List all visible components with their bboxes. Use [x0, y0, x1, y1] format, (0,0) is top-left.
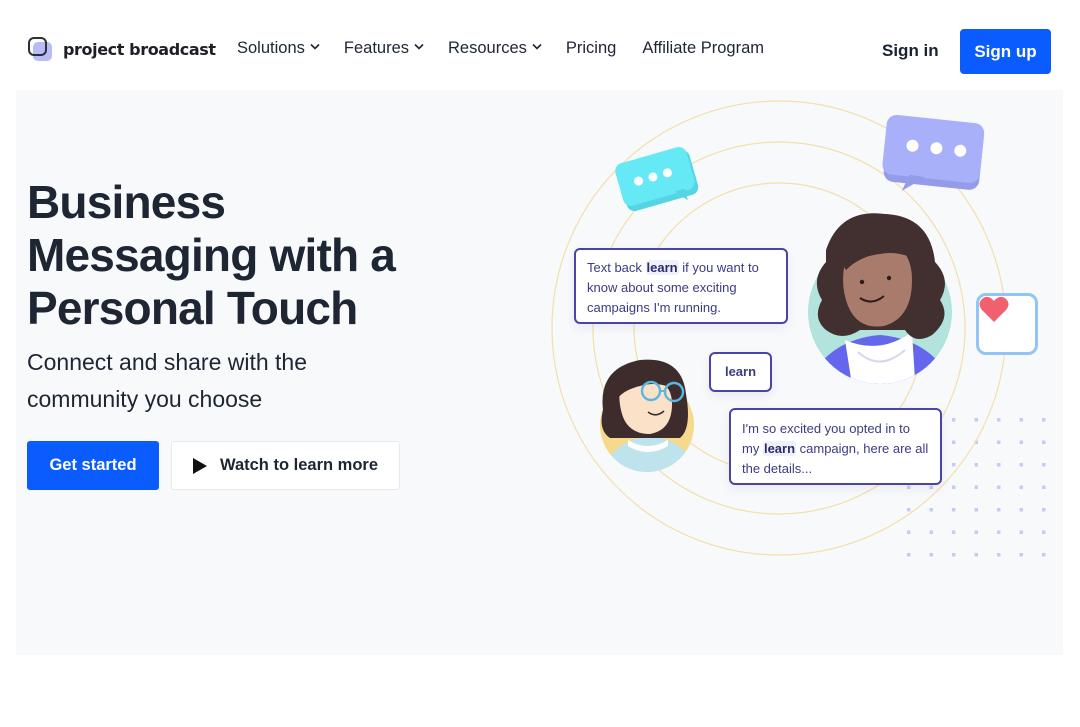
chat-message-opted-in: I'm so excited you opted in to my learn … — [729, 408, 942, 485]
chat-message-keyword-reply: learn — [709, 352, 772, 392]
hero-headline: Business Messaging with a Personal Touch — [23, 176, 400, 335]
sign-up-button[interactable]: Sign up — [960, 29, 1051, 74]
chevron-down-icon — [414, 43, 424, 51]
brand-name: project broadcast — [63, 39, 216, 59]
keyword-highlight: learn — [645, 260, 679, 275]
nav-link-solutions[interactable]: Solutions — [237, 39, 320, 58]
watch-video-label: Watch to learn more — [220, 456, 378, 474]
message-text: Text back — [587, 260, 646, 275]
subhead-line: community you choose — [27, 386, 263, 412]
chat-message-text-back: Text back learn if you want to know abou… — [574, 248, 788, 324]
sign-in-link[interactable]: Sign in — [882, 41, 939, 61]
nav-link-label: Pricing — [565, 39, 617, 57]
chevron-down-icon — [310, 43, 320, 51]
watch-video-button[interactable]: Watch to learn more — [171, 441, 400, 490]
get-started-button[interactable]: Get started — [27, 441, 159, 490]
nav-link-label: Features — [343, 39, 410, 57]
headline-line: Personal Touch — [27, 282, 358, 334]
nav-link-affiliate-program[interactable]: Affiliate Program — [642, 39, 764, 58]
subhead-line: Connect and share with the — [27, 349, 308, 375]
brand-logo[interactable]: project broadcast — [27, 36, 216, 62]
headline-line: Business — [27, 176, 226, 228]
hero-section: Business Messaging with a Personal Touch… — [16, 90, 1063, 655]
chevron-down-icon — [532, 43, 542, 51]
keyword-highlight: learn — [762, 441, 797, 456]
nav-link-label: Solutions — [237, 39, 305, 57]
nav-link-label: Resources — [448, 39, 527, 57]
headline-line: Messaging with a — [27, 229, 396, 281]
hero-subheading: Connect and share with the community you… — [27, 344, 307, 418]
play-icon — [193, 457, 207, 474]
nav-link-pricing[interactable]: Pricing — [566, 39, 616, 58]
nav-link-resources[interactable]: Resources — [448, 39, 542, 58]
nav-link-label: Affiliate Program — [642, 39, 764, 57]
nav-links: Solutions Features Resources Pricing Aff… — [237, 39, 790, 58]
logo-icon — [27, 36, 53, 62]
top-navigation: project broadcast Solutions Features Res… — [0, 0, 1080, 90]
nav-link-features[interactable]: Features — [343, 39, 424, 58]
